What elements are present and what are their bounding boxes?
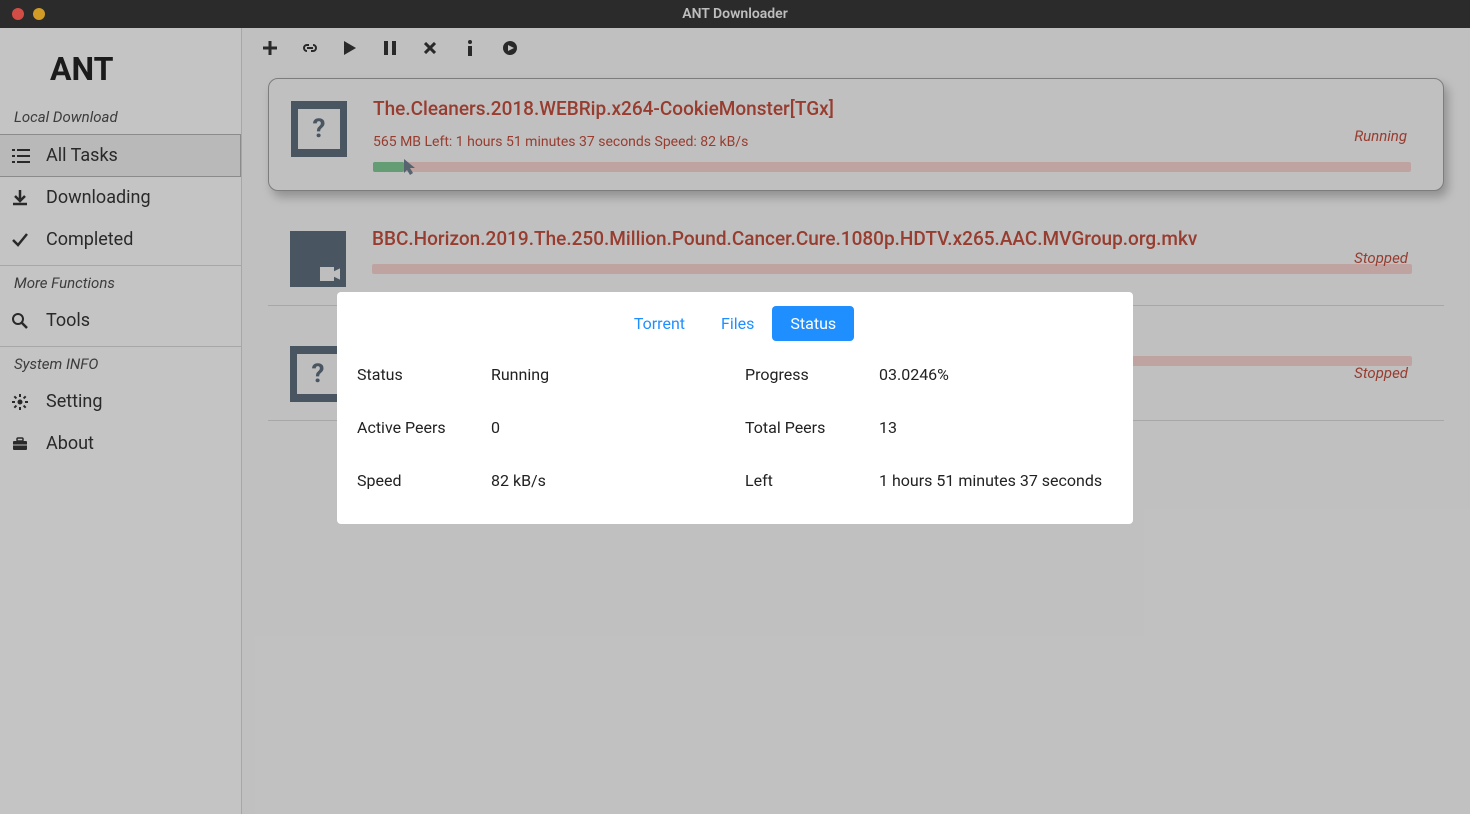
- total-peers-label: Total Peers: [745, 418, 875, 437]
- active-peers-value: 0: [491, 418, 741, 437]
- tab-status[interactable]: Status: [772, 306, 854, 341]
- tab-torrent[interactable]: Torrent: [616, 306, 703, 341]
- progress-label: Progress: [745, 365, 875, 384]
- left-value: 1 hours 51 minutes 37 seconds: [879, 471, 1113, 490]
- status-modal: Torrent Files Status Status Running Prog…: [337, 292, 1133, 524]
- status-grid: Status Running Progress 03.0246% Active …: [353, 365, 1117, 490]
- progress-value: 03.0246%: [879, 365, 1113, 384]
- left-label: Left: [745, 471, 875, 490]
- speed-label: Speed: [357, 471, 487, 490]
- speed-value: 82 kB/s: [491, 471, 741, 490]
- total-peers-value: 13: [879, 418, 1113, 437]
- active-peers-label: Active Peers: [357, 418, 487, 437]
- status-label: Status: [357, 365, 487, 384]
- status-value: Running: [491, 365, 741, 384]
- modal-tabs: Torrent Files Status: [353, 306, 1117, 341]
- tab-files[interactable]: Files: [703, 306, 772, 341]
